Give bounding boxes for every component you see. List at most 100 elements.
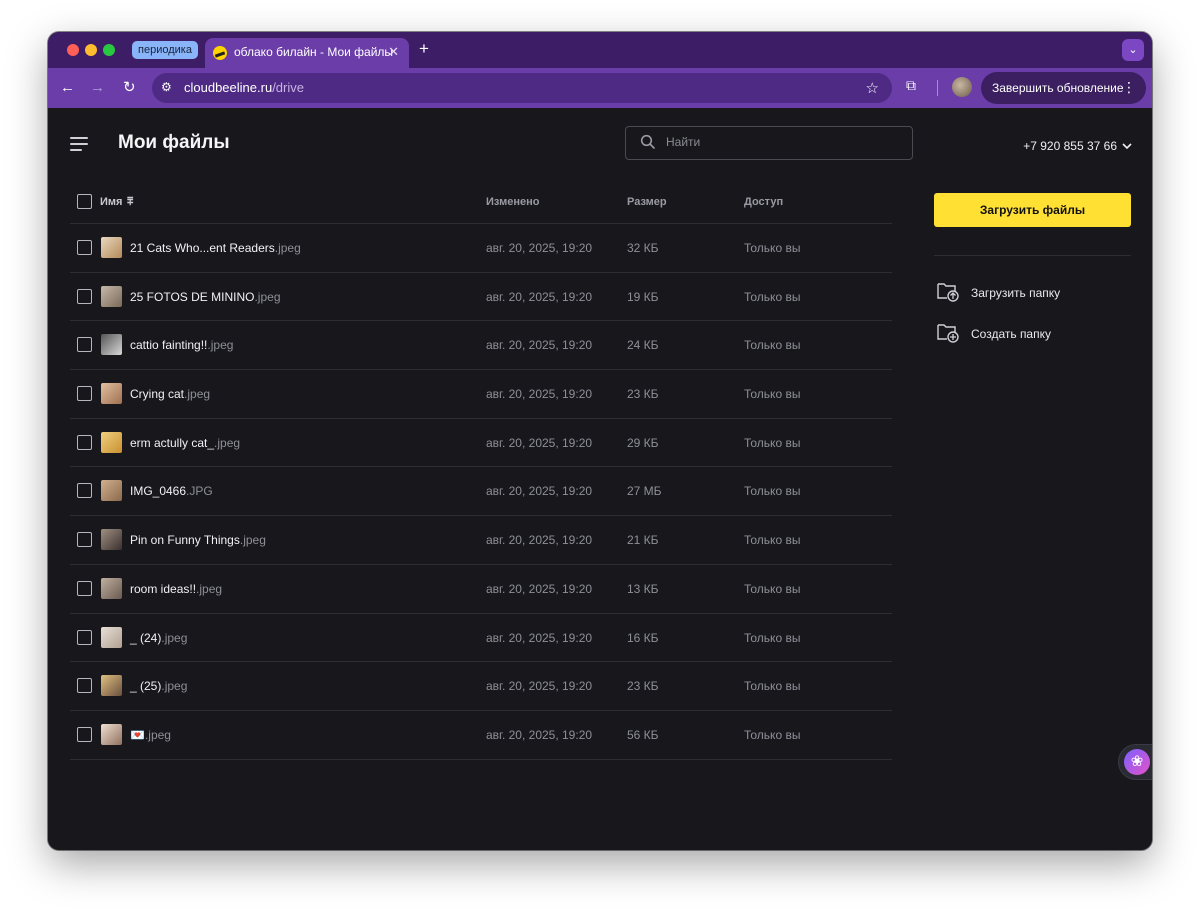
- browser-window: периодика облако билайн - Мои файлы ✕ + …: [48, 32, 1152, 850]
- finish-update-button[interactable]: Завершить обновление ⋮: [981, 72, 1146, 104]
- file-access: Только вы: [744, 581, 801, 596]
- file-base-name: 21 Cats Who...ent Readers: [130, 241, 275, 255]
- file-thumbnail: [101, 675, 122, 697]
- column-header-size[interactable]: Размер: [627, 196, 667, 208]
- finish-update-label: Завершить обновление: [992, 81, 1124, 95]
- browser-menu-icon[interactable]: ⋮: [1122, 79, 1136, 96]
- file-name[interactable]: erm actully cat_.jpeg: [130, 436, 240, 450]
- file-name[interactable]: 21 Cats Who...ent Readers.jpeg: [130, 241, 301, 255]
- reload-button[interactable]: ↻: [123, 78, 136, 98]
- row-checkbox[interactable]: [77, 288, 92, 304]
- file-name[interactable]: _ (25).jpeg: [130, 679, 187, 693]
- file-size: 32 КБ: [627, 241, 659, 255]
- file-extension: .JPG: [186, 484, 213, 499]
- sort-icon[interactable]: ⩱: [127, 196, 133, 209]
- page-content: Мои файлы +7 920 855 37 66 Имя ⩱ Изменен…: [48, 108, 1152, 850]
- browser-toolbar: ← → ↻ ⚙ cloudbeeline.ru/drive ☆ ⧉ Заверш…: [48, 68, 1152, 108]
- upload-files-button[interactable]: Загрузить файлы: [934, 193, 1131, 227]
- tab-close-icon[interactable]: ✕: [388, 44, 399, 60]
- file-modified: авг. 20, 2025, 19:20: [486, 338, 593, 353]
- table-row[interactable]: Crying cat.jpeg авг. 20, 2025, 19:20 23 КБ…: [70, 370, 892, 419]
- file-modified: авг. 20, 2025, 19:20: [486, 679, 593, 694]
- select-all-checkbox[interactable]: [77, 194, 92, 209]
- file-thumbnail: [101, 334, 122, 356]
- file-thumbnail: [101, 577, 122, 599]
- row-checkbox[interactable]: [77, 240, 92, 255]
- file-thumbnail: [101, 723, 122, 745]
- table-row[interactable]: cattio fainting!!.jpeg авг. 20, 2025, 19:…: [70, 321, 892, 371]
- file-modified: авг. 20, 2025, 19:20: [486, 581, 593, 596]
- file-base-name: _ (24): [130, 630, 162, 645]
- file-thumbnail: [101, 626, 122, 648]
- address-bar[interactable]: ⚙ cloudbeeline.ru/drive ☆: [152, 73, 892, 103]
- search-input[interactable]: [666, 135, 896, 149]
- file-modified: авг. 20, 2025, 19:20: [486, 435, 593, 450]
- row-checkbox[interactable]: [77, 483, 92, 499]
- file-base-name: room ideas!!: [130, 581, 197, 596]
- tab-group-label[interactable]: периодика: [132, 41, 198, 59]
- table-row[interactable]: erm actully cat_.jpeg авг. 20, 2025, 19:2…: [70, 419, 892, 468]
- file-size: 23 КБ: [627, 679, 659, 694]
- table-row[interactable]: _ (25).jpeg авг. 20, 2025, 19:20 23 КБ Толь…: [70, 662, 892, 711]
- file-modified: авг. 20, 2025, 19:20: [486, 484, 593, 499]
- row-checkbox[interactable]: [77, 386, 92, 402]
- column-header-modified[interactable]: Изменено: [486, 196, 539, 208]
- page-title: Мои файлы: [118, 132, 230, 153]
- active-tab[interactable]: облако билайн - Мои файлы ✕: [205, 38, 409, 68]
- folder-add-icon: [936, 321, 960, 346]
- table-row[interactable]: 💌.jpeg авг. 20, 2025, 19:20 56 КБ Только вы: [70, 711, 892, 760]
- profile-avatar[interactable]: [952, 77, 972, 97]
- forward-button[interactable]: →: [90, 78, 105, 98]
- row-checkbox[interactable]: [77, 532, 92, 548]
- tab-search-button[interactable]: ⌄: [1122, 39, 1144, 61]
- table-row[interactable]: 21 Cats Who...ent Readers.jpeg авг. 20, 2…: [70, 224, 892, 273]
- table-row[interactable]: 25 FOTOS DE MININO.jpeg авг. 20, 2025, 19…: [70, 273, 892, 322]
- tab-strip: периодика облако билайн - Мои файлы ✕ + …: [48, 32, 1152, 68]
- file-name[interactable]: IMG_0466.JPG: [130, 484, 213, 498]
- table-row[interactable]: _ (24).jpeg авг. 20, 2025, 19:20 16 КБ Толь…: [70, 614, 892, 663]
- toolbar-divider: [937, 80, 938, 96]
- file-name[interactable]: room ideas!!.jpeg: [130, 582, 222, 596]
- row-checkbox[interactable]: [77, 678, 92, 694]
- file-name[interactable]: _ (24).jpeg: [130, 631, 187, 645]
- file-name[interactable]: Crying cat.jpeg: [130, 387, 210, 401]
- folder-upload-icon: [936, 280, 960, 305]
- extensions-icon[interactable]: ⧉: [906, 77, 916, 94]
- new-tab-button[interactable]: +: [419, 40, 429, 58]
- row-checkbox[interactable]: [77, 629, 92, 645]
- file-modified: авг. 20, 2025, 19:20: [486, 727, 593, 742]
- search-box[interactable]: [625, 126, 913, 160]
- site-settings-icon[interactable]: ⚙: [161, 80, 172, 94]
- file-size: 19 КБ: [627, 289, 659, 304]
- file-base-name: 💌: [130, 727, 145, 742]
- table-row[interactable]: room ideas!!.jpeg авг. 20, 2025, 19:20 13 …: [70, 565, 892, 614]
- table-row[interactable]: Pin on Funny Things.jpeg авг. 20, 2025, 1…: [70, 516, 892, 565]
- table-row[interactable]: IMG_0466.JPG авг. 20, 2025, 19:20 27 МБ Тол…: [70, 467, 892, 517]
- search-icon: [640, 134, 656, 155]
- row-checkbox[interactable]: [77, 580, 92, 596]
- file-name[interactable]: 💌.jpeg: [130, 728, 171, 742]
- window-close-button[interactable]: [67, 44, 79, 56]
- file-extension: .jpeg: [144, 727, 171, 742]
- column-header-access[interactable]: Доступ: [744, 196, 783, 208]
- ai-assistant-button[interactable]: ❀: [1118, 744, 1152, 780]
- file-thumbnail: [101, 480, 122, 502]
- row-checkbox[interactable]: [77, 434, 92, 450]
- bookmark-star-icon[interactable]: ☆: [866, 79, 879, 97]
- file-name[interactable]: 25 FOTOS DE MININO.jpeg: [130, 290, 281, 304]
- account-menu[interactable]: +7 920 855 37 66: [1023, 139, 1132, 153]
- column-header-name[interactable]: Имя: [100, 196, 122, 208]
- file-base-name: cattio fainting!!: [130, 338, 208, 353]
- file-thumbnail: [101, 237, 122, 258]
- file-size: 16 КБ: [627, 630, 659, 645]
- window-zoom-button[interactable]: [103, 44, 115, 56]
- back-button[interactable]: ←: [60, 78, 75, 98]
- file-name[interactable]: cattio fainting!!.jpeg: [130, 338, 233, 352]
- row-checkbox[interactable]: [77, 726, 92, 742]
- file-size: 29 КБ: [627, 435, 659, 450]
- window-minimize-button[interactable]: [85, 44, 97, 56]
- file-name[interactable]: Pin on Funny Things.jpeg: [130, 533, 266, 547]
- table-header: Имя ⩱ Изменено Размер Доступ: [70, 184, 892, 224]
- hamburger-menu-icon[interactable]: [70, 137, 88, 155]
- row-checkbox[interactable]: [77, 337, 92, 353]
